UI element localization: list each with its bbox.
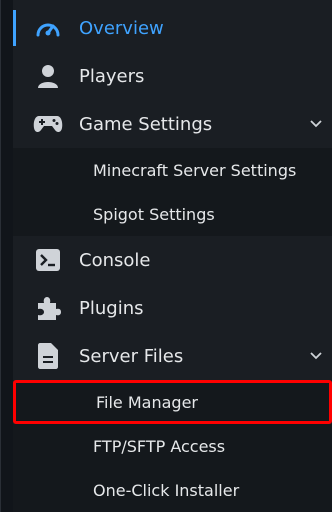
sidebar-edge <box>1 0 13 512</box>
sidebar-item-server-files[interactable]: Server Files <box>13 332 332 380</box>
sidebar-subitem-minecraft-server-settings[interactable]: Minecraft Server Settings <box>13 148 332 192</box>
sidebar-subitem-one-click-installer[interactable]: One-Click Installer <box>13 468 332 512</box>
chevron-down-icon[interactable] <box>308 348 324 364</box>
sidebar-subitem-ftp-sftp-access[interactable]: FTP/SFTP Access <box>13 424 332 468</box>
sidebar: Overview Players Game Settings Minecraft… <box>0 0 332 512</box>
gamepad-icon <box>33 109 63 139</box>
terminal-icon <box>33 245 63 275</box>
user-icon <box>33 61 63 91</box>
sidebar-subitem-label: File Manager <box>96 392 198 412</box>
file-icon <box>33 341 63 371</box>
sidebar-item-game-settings[interactable]: Game Settings <box>13 100 332 148</box>
sidebar-item-overview[interactable]: Overview <box>13 4 332 52</box>
sidebar-subitem-label: One-Click Installer <box>93 480 240 500</box>
sidebar-subitem-label: Spigot Settings <box>93 204 215 224</box>
sidebar-item-label: Console <box>79 249 151 271</box>
sidebar-subitem-file-manager[interactable]: File Manager <box>13 380 332 424</box>
sidebar-subitem-spigot-settings[interactable]: Spigot Settings <box>13 192 332 236</box>
sidebar-item-label: Plugins <box>79 297 144 319</box>
chevron-down-icon[interactable] <box>308 116 324 132</box>
speedometer-icon <box>33 13 63 43</box>
sidebar-subitem-label: Minecraft Server Settings <box>93 160 297 180</box>
puzzle-icon <box>33 293 63 323</box>
sidebar-item-players[interactable]: Players <box>13 52 332 100</box>
sidebar-item-label: Game Settings <box>79 113 213 135</box>
sidebar-subitem-label: FTP/SFTP Access <box>93 436 226 456</box>
sidebar-item-plugins[interactable]: Plugins <box>13 284 332 332</box>
sidebar-item-console[interactable]: Console <box>13 236 332 284</box>
sidebar-item-label: Players <box>79 65 145 87</box>
sidebar-item-label: Overview <box>79 17 164 39</box>
sidebar-item-label: Server Files <box>79 345 184 367</box>
